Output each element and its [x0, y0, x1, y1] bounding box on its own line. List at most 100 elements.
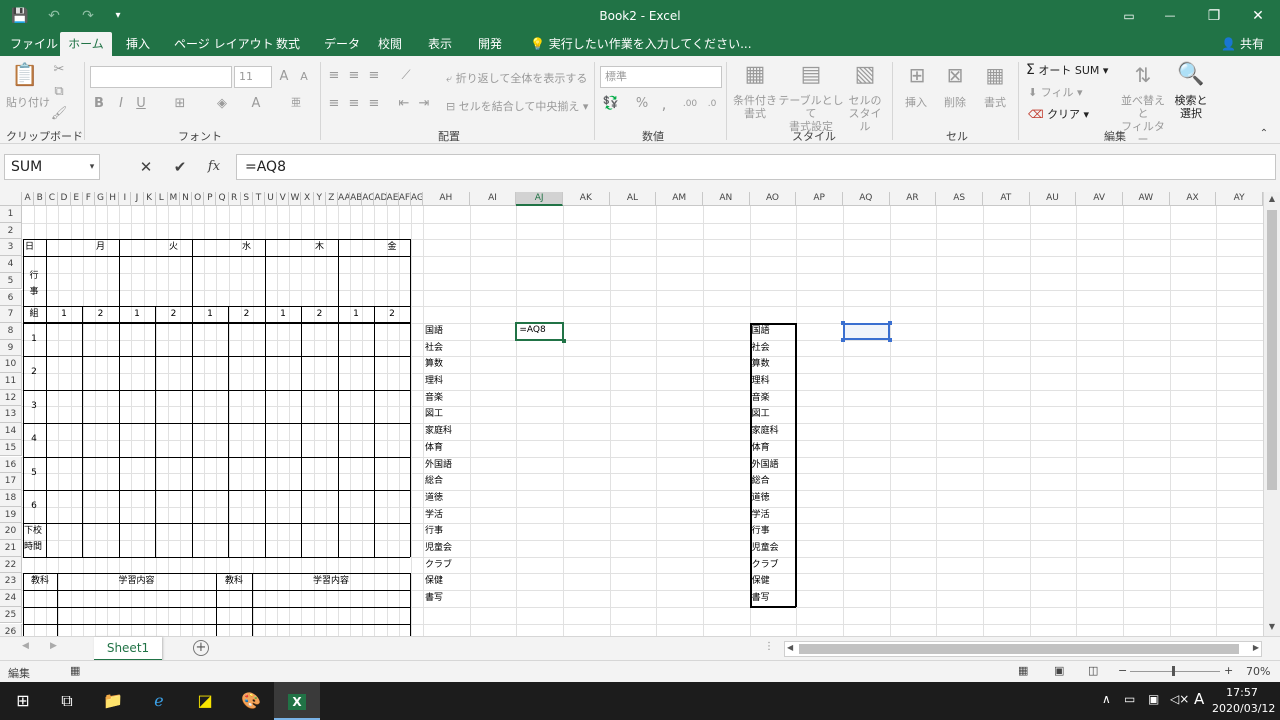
column-header[interactable]: AU — [1029, 192, 1077, 206]
decrease-indent-icon[interactable]: ⇤ — [396, 96, 412, 112]
next-sheet-icon[interactable]: ▶ — [50, 641, 57, 651]
period-number-cell[interactable]: 2 — [23, 356, 45, 389]
event-label-cell[interactable]: 行 事 — [23, 256, 45, 306]
tab-page-layout[interactable]: ページ レイアウト — [166, 32, 282, 56]
network-icon[interactable]: ▣ — [1148, 692, 1159, 706]
name-box-dropdown-icon[interactable]: ▾ — [86, 154, 98, 180]
weekday-cell[interactable]: 火 — [155, 239, 192, 256]
align-top-icon[interactable]: ≡ — [326, 68, 342, 84]
subject-cell-ah[interactable]: 外国語 — [425, 457, 470, 474]
phonetic-icon[interactable]: 亜 — [288, 96, 304, 112]
conditional-format-label[interactable]: 条件付き 書式 — [732, 94, 778, 120]
bold-icon[interactable]: B — [92, 96, 106, 112]
conditional-format-icon[interactable]: ▦ — [740, 60, 770, 90]
row-header[interactable]: 2 — [0, 222, 22, 240]
subject-cell-ao[interactable]: 国語 — [752, 323, 797, 340]
volume-icon[interactable]: ◁× — [1170, 692, 1189, 706]
column-header[interactable]: X — [301, 192, 314, 206]
period-number-cell[interactable]: 5 — [23, 457, 45, 490]
column-header[interactable]: K — [143, 192, 156, 206]
tab-review[interactable]: 校閲 — [370, 32, 410, 56]
minimize-icon[interactable]: — — [1148, 0, 1192, 32]
page-break-view-icon[interactable]: ◫ — [1088, 664, 1098, 677]
column-header[interactable]: Z — [325, 192, 338, 206]
column-header[interactable]: V — [277, 192, 290, 206]
paint-icon[interactable]: 🎨 — [228, 682, 274, 720]
subject-cell-ao[interactable]: 児童会 — [752, 540, 797, 557]
column-header[interactable]: AP — [796, 192, 843, 206]
row-header[interactable]: 17 — [0, 473, 22, 490]
format-cells-icon[interactable]: ▦ — [982, 60, 1008, 90]
font-name-box[interactable] — [90, 66, 232, 88]
group-number-cell[interactable]: 1 — [46, 306, 82, 323]
row-header[interactable]: 3 — [0, 239, 22, 257]
subject-cell-ao[interactable]: 理科 — [752, 373, 797, 390]
column-header[interactable]: E — [70, 192, 83, 206]
column-header[interactable]: AO — [749, 192, 797, 206]
reference-handle[interactable] — [887, 337, 892, 342]
column-header[interactable]: AI — [469, 192, 517, 206]
zoom-level[interactable]: 70% — [1246, 665, 1270, 678]
weekday-cell[interactable]: 金 — [374, 239, 410, 256]
group-number-cell[interactable]: 2 — [374, 306, 410, 323]
tab-home[interactable]: ホーム — [60, 32, 112, 56]
column-header[interactable]: AV — [1076, 192, 1123, 206]
period-number-cell[interactable]: 4 — [23, 423, 45, 456]
row-header[interactable]: 5 — [0, 272, 22, 290]
group-number-cell[interactable]: 1 — [338, 306, 374, 323]
column-header[interactable]: AD — [374, 192, 387, 206]
column-header[interactable]: D — [58, 192, 71, 206]
align-left-icon[interactable]: ≡ — [326, 96, 342, 112]
column-header[interactable]: AC — [362, 192, 375, 206]
select-all-corner[interactable] — [0, 192, 22, 206]
horizontal-scrollbar[interactable]: ◀ ▶ — [784, 641, 1262, 657]
task-view-icon[interactable]: ⧉ — [44, 682, 90, 720]
column-header[interactable]: AT — [983, 192, 1030, 206]
row-header[interactable]: 11 — [0, 373, 22, 390]
zoom-thumb[interactable] — [1172, 666, 1175, 676]
new-sheet-icon[interactable]: + — [193, 640, 209, 656]
row-header[interactable]: 12 — [0, 389, 22, 407]
wrap-text-button[interactable]: ⤶ 折り返して全体を表示する — [446, 70, 587, 86]
format-cells-label[interactable]: 書式 — [984, 94, 1006, 110]
undo-icon[interactable]: ↶ — [42, 0, 66, 32]
column-header[interactable]: T — [252, 192, 266, 206]
after-school-cell[interactable]: 下校 時間 — [23, 523, 45, 556]
column-header[interactable]: Y — [313, 192, 326, 206]
group-number-cell[interactable]: 2 — [82, 306, 119, 323]
row-header[interactable]: 1 — [0, 206, 22, 223]
row-header[interactable]: 8 — [0, 322, 22, 340]
h-scroll-thumb[interactable] — [799, 644, 1239, 654]
column-header[interactable]: I — [119, 192, 132, 206]
footer-header-cell[interactable]: 教科 — [216, 573, 252, 590]
subject-cell-ao[interactable]: 保健 — [752, 573, 797, 590]
zoom-in-icon[interactable]: + — [1224, 664, 1233, 677]
number-format-box[interactable]: 標準 — [600, 66, 722, 88]
column-header[interactable]: AF — [398, 192, 411, 206]
clock-date[interactable]: 2020/03/12 — [1212, 702, 1275, 715]
column-header[interactable]: AA — [337, 192, 351, 206]
sheet-tab[interactable]: Sheet1 — [94, 637, 162, 661]
insert-cells-icon[interactable]: ⊞ — [904, 60, 930, 90]
fill-button[interactable]: ⬇ フィル ▾ — [1028, 84, 1083, 100]
row-header[interactable]: 15 — [0, 439, 22, 457]
redo-icon[interactable]: ↷ — [76, 0, 100, 32]
delete-cells-label[interactable]: 削除 — [944, 94, 966, 110]
ime-indicator[interactable]: A — [1194, 690, 1204, 708]
cut-icon[interactable]: ✂ — [50, 62, 68, 78]
period-number-cell[interactable]: 6 — [23, 490, 45, 523]
collapse-ribbon-icon[interactable]: ⌃ — [1256, 126, 1272, 142]
row-header[interactable]: 24 — [0, 590, 22, 607]
column-header[interactable]: B — [34, 192, 47, 206]
battery-icon[interactable]: ▭ — [1124, 692, 1135, 706]
subject-cell-ao[interactable]: 書写 — [752, 590, 797, 607]
reference-handle[interactable] — [841, 337, 845, 342]
restore-icon[interactable]: ❐ — [1192, 0, 1236, 32]
tab-data[interactable]: データ — [316, 32, 368, 56]
row-header[interactable]: 26 — [0, 623, 22, 636]
subject-cell-ah[interactable]: 理科 — [425, 373, 470, 390]
subject-cell-ao[interactable]: 算数 — [752, 356, 797, 373]
footer-header-cell[interactable]: 教科 — [23, 573, 57, 590]
fill-color-icon[interactable]: ◈ — [214, 96, 230, 112]
italic-icon[interactable]: I — [114, 96, 128, 112]
